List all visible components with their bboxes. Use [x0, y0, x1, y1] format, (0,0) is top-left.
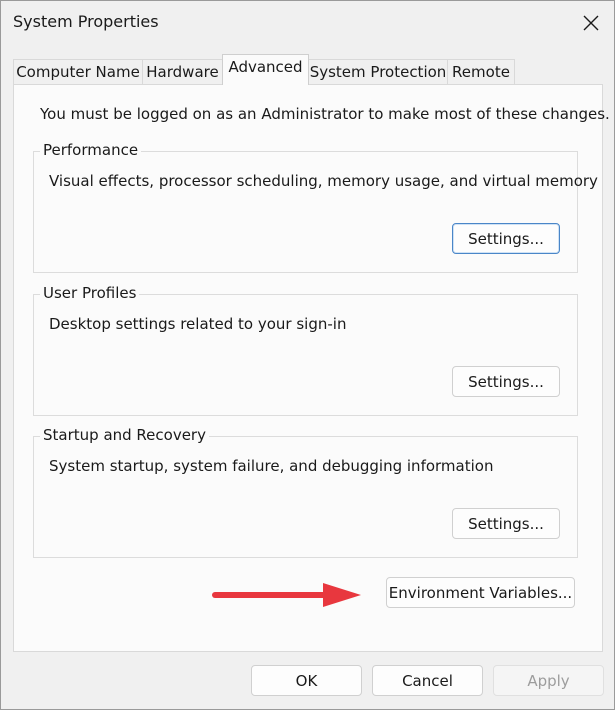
advanced-tab-panel: You must be logged on as an Administrato… [13, 84, 610, 652]
tab-remote[interactable]: Remote [447, 59, 515, 84]
red-arrow-icon [212, 583, 361, 607]
performance-group-title: Performance [40, 141, 142, 159]
tab-hardware[interactable]: Hardware [142, 59, 223, 84]
startup-recovery-description: System startup, system failure, and debu… [49, 457, 494, 475]
tab-advanced[interactable]: Advanced [222, 54, 309, 85]
admin-notice: You must be logged on as an Administrato… [40, 105, 610, 123]
performance-settings-button[interactable]: Settings... [452, 223, 560, 254]
performance-description: Visual effects, processor scheduling, me… [49, 172, 598, 190]
performance-group: Performance Visual effects, processor sc… [33, 141, 598, 273]
apply-button[interactable]: Apply [493, 665, 604, 696]
user-profiles-group: User Profiles Desktop settings related t… [33, 284, 578, 416]
startup-recovery-group-title: Startup and Recovery [40, 426, 209, 444]
user-profiles-settings-button[interactable]: Settings... [452, 366, 560, 397]
startup-recovery-group: Startup and Recovery System startup, sys… [33, 426, 578, 558]
user-profiles-description: Desktop settings related to your sign-in [49, 315, 347, 333]
startup-recovery-settings-button[interactable]: Settings... [452, 508, 560, 539]
system-properties-dialog: System Properties Computer Name Hardware… [0, 0, 615, 710]
window-title: System Properties [13, 12, 159, 31]
close-icon [583, 15, 599, 31]
tab-computer-name[interactable]: Computer Name [13, 59, 143, 84]
ok-button[interactable]: OK [251, 665, 362, 696]
cancel-button[interactable]: Cancel [372, 665, 483, 696]
title-bar: System Properties [1, 1, 614, 45]
environment-variables-button[interactable]: Environment Variables... [386, 577, 575, 608]
tab-system-protection[interactable]: System Protection [308, 59, 448, 84]
close-button[interactable] [568, 1, 614, 45]
user-profiles-group-title: User Profiles [40, 284, 140, 302]
